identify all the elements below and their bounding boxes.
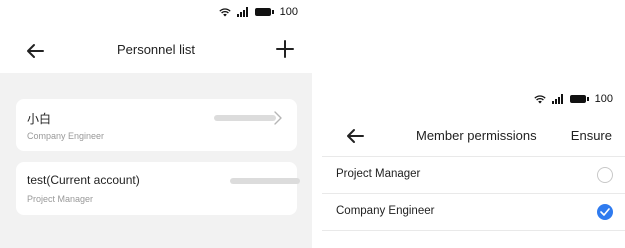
signal-icon (237, 7, 249, 17)
header: Member permissions Ensure (322, 122, 625, 150)
member-permissions-screen: 100 Member permissions Ensure Project Ma… (322, 0, 625, 248)
header: Personnel list (0, 36, 312, 66)
member-list: 小白 Company Engineer test(Current account… (0, 73, 312, 248)
member-card[interactable]: 小白 Company Engineer (16, 99, 297, 151)
battery-level: 100 (594, 93, 613, 105)
checkmark-icon (600, 208, 610, 216)
member-card[interactable]: test(Current account) Project Manager (16, 162, 300, 215)
option-label: Company Engineer (336, 205, 435, 217)
option-label: Project Manager (336, 168, 421, 180)
permission-option-company-engineer[interactable]: Company Engineer (322, 194, 625, 230)
plus-icon[interactable] (274, 38, 296, 60)
page-title: Member permissions (416, 128, 537, 143)
radio-selected-icon[interactable] (597, 204, 613, 220)
member-role: Project Manager (27, 194, 94, 204)
divider (322, 230, 625, 231)
page-title: Personnel list (116, 42, 196, 57)
arrow-left-icon[interactable] (344, 125, 366, 147)
signal-icon (552, 94, 564, 104)
member-name: 小白 (27, 112, 52, 126)
permission-option-project-manager[interactable]: Project Manager (322, 157, 625, 193)
redacted-phone (214, 115, 276, 121)
ensure-button[interactable]: Ensure (571, 128, 612, 143)
battery-level: 100 (279, 6, 298, 18)
radio-unselected-icon[interactable] (597, 167, 613, 183)
member-role: Company Engineer (27, 131, 105, 141)
personnel-list-screen: 100 Personnel list 小白 Company Engineer t… (0, 0, 312, 248)
member-name: test(Current account) (27, 173, 140, 187)
chevron-right-icon[interactable] (273, 111, 283, 125)
status-bar: 100 (219, 5, 298, 19)
wifi-icon (219, 8, 231, 17)
redacted-phone (230, 178, 300, 184)
status-bar: 100 (534, 92, 613, 106)
wifi-icon (534, 95, 546, 104)
battery-icon (570, 95, 589, 103)
battery-icon (255, 8, 274, 16)
